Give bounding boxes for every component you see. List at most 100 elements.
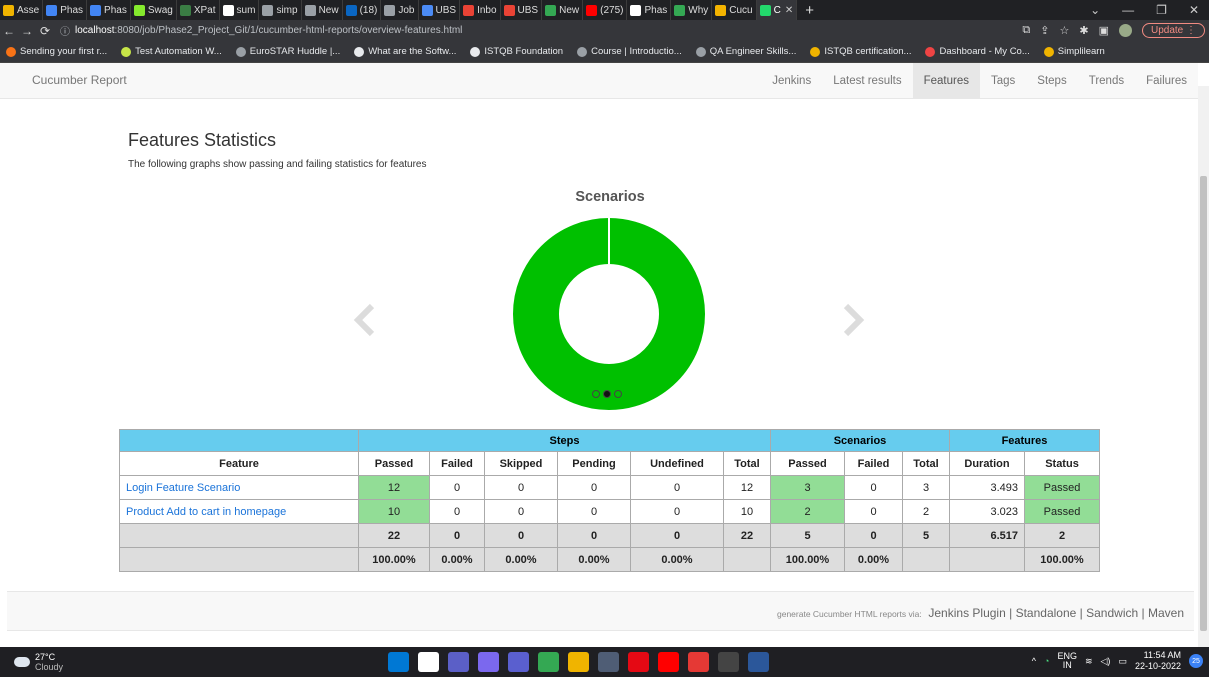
new-tab-icon[interactable]: + xyxy=(797,2,822,19)
battery-icon[interactable]: ▭ xyxy=(1118,656,1127,667)
carousel-dot-active[interactable] xyxy=(603,390,611,398)
close-window-icon[interactable]: ✕ xyxy=(1189,3,1199,17)
browser-tab[interactable]: simp xyxy=(259,0,302,20)
col-steps-undefined[interactable]: Undefined xyxy=(630,451,724,476)
taskbar-app-icon[interactable] xyxy=(628,652,649,672)
volume-icon[interactable]: ◁) xyxy=(1101,656,1111,667)
nav-link-features[interactable]: Features xyxy=(912,63,980,99)
close-tab-icon[interactable]: ✕ xyxy=(785,5,793,16)
nav-link-steps[interactable]: Steps xyxy=(1026,63,1077,99)
page-scrollbar[interactable] xyxy=(1198,86,1209,647)
bookmark-item[interactable]: Dashboard - My Co... xyxy=(925,46,1030,57)
bookmark-item[interactable]: ISTQB Foundation xyxy=(470,46,563,57)
browser-tab[interactable]: sum xyxy=(220,0,260,20)
feature-link[interactable]: Login Feature Scenario xyxy=(119,475,359,500)
taskbar-app-icon[interactable] xyxy=(748,652,769,672)
col-steps-passed[interactable]: Passed xyxy=(358,451,430,476)
carousel-next-arrow-icon[interactable] xyxy=(840,303,866,337)
taskbar-app-icon[interactable] xyxy=(568,652,589,672)
clock[interactable]: 11:54 AM 22-10-2022 xyxy=(1135,650,1181,672)
footer-link-maven[interactable]: Maven xyxy=(1148,606,1184,620)
col-duration[interactable]: Duration xyxy=(949,451,1025,476)
restore-icon[interactable]: ❐ xyxy=(1156,3,1167,17)
bookmark-item[interactable]: Test Automation W... xyxy=(121,46,222,57)
bookmark-item[interactable]: What are the Softw... xyxy=(354,46,456,57)
nav-link-latest-results[interactable]: Latest results xyxy=(822,63,912,99)
browser-tab[interactable]: Phas xyxy=(43,0,88,20)
col-steps-skipped[interactable]: Skipped xyxy=(484,451,558,476)
nav-link-failures[interactable]: Failures xyxy=(1135,63,1198,99)
share-icon[interactable]: ⇪ xyxy=(1040,24,1049,37)
reload-icon[interactable]: ⟳ xyxy=(36,24,54,38)
bookmark-item[interactable]: Sending your first r... xyxy=(6,46,107,57)
col-scenarios-total[interactable]: Total xyxy=(902,451,950,476)
nav-link-jenkins[interactable]: Jenkins xyxy=(761,63,822,99)
browser-tab[interactable]: (18) xyxy=(343,0,382,20)
browser-tab[interactable]: Asse xyxy=(0,0,44,20)
browser-tab[interactable]: Inbo xyxy=(460,0,501,20)
wifi-icon[interactable]: ≋ xyxy=(1085,656,1093,667)
col-scenarios-failed[interactable]: Failed xyxy=(844,451,903,476)
taskbar-app-icon[interactable] xyxy=(478,652,499,672)
browser-tab[interactable]: Phas xyxy=(87,0,131,20)
col-feature[interactable]: Feature xyxy=(119,451,359,476)
bookmark-item[interactable]: QA Engineer Skills... xyxy=(695,46,796,57)
carousel-dot[interactable] xyxy=(614,390,622,398)
col-status[interactable]: Status xyxy=(1024,451,1100,476)
footer-link-sandwich[interactable]: Sandwich xyxy=(1086,606,1138,620)
profile-avatar[interactable] xyxy=(1118,24,1132,37)
browser-tab[interactable]: Phas xyxy=(627,0,672,20)
browser-tab[interactable]: C ✕ xyxy=(756,0,798,20)
feature-link[interactable]: Product Add to cart in homepage xyxy=(119,499,359,524)
report-brand[interactable]: Cucumber Report xyxy=(32,73,127,87)
taskbar-app-icon[interactable] xyxy=(598,652,619,672)
forward-arrow-icon[interactable]: → xyxy=(18,24,36,38)
bookmark-star-icon[interactable]: ☆ xyxy=(1059,24,1069,37)
minimize-icon[interactable]: — xyxy=(1122,3,1134,17)
col-steps-total[interactable]: Total xyxy=(723,451,771,476)
language-indicator[interactable]: ENG IN xyxy=(1057,652,1077,670)
nav-link-tags[interactable]: Tags xyxy=(980,63,1026,99)
translate-icon[interactable]: ⧉ xyxy=(1022,24,1030,37)
chevron-up-icon[interactable]: ^ xyxy=(1032,656,1036,666)
browser-tab[interactable]: Job xyxy=(381,0,419,20)
taskbar-app-icon[interactable] xyxy=(658,652,679,672)
browser-tab[interactable]: Swag xyxy=(131,0,177,20)
taskbar-app-icon[interactable] xyxy=(688,652,709,672)
taskbar-app-icon[interactable] xyxy=(418,652,439,672)
carousel-dot[interactable] xyxy=(592,390,600,398)
nav-link-trends[interactable]: Trends xyxy=(1078,63,1135,99)
chevron-down-icon[interactable]: ⌄ xyxy=(1090,3,1100,17)
bookmark-item[interactable]: Course | Introductio... xyxy=(577,46,682,57)
footer-link-jenkins-plugin[interactable]: Jenkins Plugin xyxy=(928,606,1005,620)
back-arrow-icon[interactable]: ← xyxy=(0,24,18,38)
browser-tab[interactable]: UBS xyxy=(419,0,461,20)
carousel-prev-arrow-icon[interactable] xyxy=(352,303,378,337)
col-steps-failed[interactable]: Failed xyxy=(429,451,485,476)
weather-widget[interactable]: 27°C Cloudy xyxy=(0,652,300,672)
browser-tab[interactable]: Cucu xyxy=(712,0,757,20)
taskbar-app-icon[interactable] xyxy=(388,652,409,672)
tray-app-icon[interactable]: ◔ xyxy=(1044,656,1049,666)
col-steps-pending[interactable]: Pending xyxy=(557,451,631,476)
sidebar-icon[interactable]: ▣ xyxy=(1099,24,1109,37)
extensions-icon[interactable]: ✱ xyxy=(1079,24,1088,37)
col-scenarios-passed[interactable]: Passed xyxy=(770,451,845,476)
browser-tab[interactable]: (275) xyxy=(583,0,628,20)
browser-tab[interactable]: Why xyxy=(671,0,713,20)
taskbar-app-icon[interactable] xyxy=(448,652,469,672)
browser-tab[interactable]: New xyxy=(302,0,343,20)
bookmark-item[interactable]: EuroSTAR Huddle |... xyxy=(235,46,340,57)
browser-tab[interactable]: XPat xyxy=(177,0,220,20)
browser-tab[interactable]: New xyxy=(542,0,584,20)
taskbar-app-icon[interactable] xyxy=(538,652,559,672)
info-icon[interactable]: ⓘ xyxy=(60,23,70,38)
browser-tab[interactable]: UBS xyxy=(501,0,543,20)
update-button[interactable]: Update ⋮ xyxy=(1141,23,1205,38)
scrollbar-thumb[interactable] xyxy=(1200,176,1207,631)
footer-link-standalone[interactable]: Standalone xyxy=(1016,606,1077,620)
bookmark-item[interactable]: ISTQB certification... xyxy=(810,46,911,57)
taskbar-app-icon[interactable] xyxy=(508,652,529,672)
notification-badge[interactable]: 25 xyxy=(1189,654,1203,668)
taskbar-app-icon[interactable] xyxy=(718,652,739,672)
